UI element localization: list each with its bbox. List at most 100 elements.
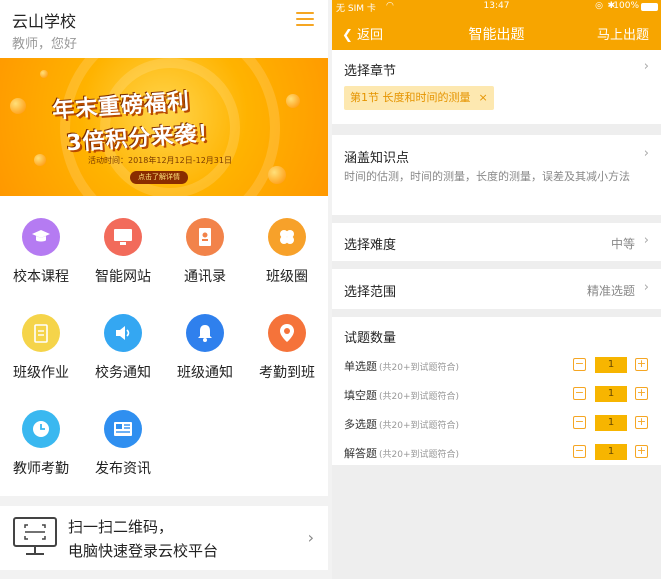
decrement-button[interactable]: − (573, 387, 586, 400)
quantity-row-multiple-choice: 多选题 (共20+到试题符合) − 1 + (344, 413, 649, 433)
newspaper-icon (104, 410, 142, 448)
clover-icon (268, 218, 306, 256)
qr-text-line2: 电脑快速登录云校平台 (68, 542, 219, 560)
chapter-section[interactable]: 选择章节 › 第1节 长度和时间的测量 × (332, 50, 661, 124)
quantity-stepper: − 1 + (573, 357, 649, 373)
quantity-stepper: − 1 + (573, 444, 649, 460)
scan-monitor-icon (12, 516, 58, 562)
knowledge-label: 涵盖知识点 (344, 151, 410, 166)
scope-label: 选择范围 (344, 285, 397, 300)
question-type-hint: (共20+到试题符合) (379, 363, 460, 373)
question-type-hint: (共20+到试题符合) (379, 450, 460, 460)
quantity-input[interactable]: 1 (595, 415, 627, 431)
promo-banner[interactable]: 年末重磅福利 3倍积分来袭！ 活动时间：2018年12月12日-12月31日 点… (0, 58, 328, 196)
chapter-tag-label: 第1节 长度和时间的测量 (350, 91, 471, 104)
app-school-courses[interactable]: 校本课程 (0, 196, 82, 292)
app-teacher-attendance[interactable]: 教师考勤 (0, 388, 82, 484)
home-header: 云山学校 教师，您好 (0, 0, 328, 58)
coin-icon (40, 70, 48, 78)
quantity-input[interactable]: 1 (595, 386, 627, 402)
bottom-divider (0, 570, 328, 579)
question-type-name: 填空题 (344, 389, 377, 402)
coin-icon (34, 154, 46, 166)
app-label: 考勤到班 (259, 365, 315, 381)
home-screen: 云山学校 教师，您好 年末重磅福利 3倍积分来袭！ 活动时间：2018年12月1… (0, 0, 328, 579)
chevron-right-icon: › (643, 233, 649, 248)
location-pin-icon (268, 314, 306, 352)
chapter-label: 选择章节 (344, 64, 397, 79)
question-type-label: 填空题 (共20+到试题符合) (344, 387, 459, 403)
greeting-text: 教师，您好 (12, 37, 78, 52)
app-school-notice[interactable]: 校务通知 (82, 292, 164, 388)
battery-icon (641, 3, 658, 11)
increment-button[interactable]: + (635, 445, 648, 458)
coin-icon (286, 94, 300, 108)
quantity-input[interactable]: 1 (595, 357, 627, 373)
quantity-row-answer: 解答题 (共20+到试题符合) − 1 + (344, 442, 649, 462)
location-icon: ◎ (595, 1, 603, 11)
difficulty-value: 中等 (610, 237, 635, 251)
quantity-row-single-choice: 单选题 (共20+到试题符合) − 1 + (344, 355, 649, 375)
app-publish-news[interactable]: 发布资讯 (82, 388, 164, 484)
app-smart-website[interactable]: 智能网站 (82, 196, 164, 292)
quantity-stepper: − 1 + (573, 415, 649, 431)
contacts-book-icon (186, 218, 224, 256)
quantity-section: 试题数量 单选题 (共20+到试题符合) − 1 + 填空题 (共20+到试题符合)… (332, 317, 661, 465)
smart-quiz-screen: 无 SIM 卡 ◠ 13:47 ◎ ✱ 100% ❮ 返回 智能出题 马上出题 … (332, 0, 661, 579)
app-label: 教师考勤 (13, 461, 69, 477)
remove-tag-icon[interactable]: × (479, 91, 488, 104)
qr-text-line1: 扫一扫二维码， (68, 518, 174, 536)
menu-icon[interactable] (296, 12, 314, 26)
app-attendance[interactable]: 考勤到班 (246, 292, 328, 388)
chevron-right-icon: › (307, 528, 314, 547)
knowledge-section[interactable]: 涵盖知识点 › 时间的估测，时间的测量，长度的测量，误差及其减小方法 (332, 135, 661, 215)
app-label: 校本课程 (13, 269, 69, 285)
chevron-right-icon: › (643, 146, 649, 161)
question-type-name: 解答题 (344, 447, 377, 460)
question-type-hint: (共20+到试题符合) (379, 421, 460, 431)
question-type-name: 多选题 (344, 418, 377, 431)
quantity-input[interactable]: 1 (595, 444, 627, 460)
app-label: 发布资讯 (95, 461, 151, 477)
banner-date: 活动时间：2018年12月12日-12月31日 (88, 156, 232, 165)
difficulty-label: 选择难度 (344, 238, 397, 253)
clock-icon (22, 410, 60, 448)
quantity-row-fill-blank: 填空题 (共20+到试题符合) − 1 + (344, 384, 649, 404)
coin-icon (268, 166, 286, 184)
app-contacts[interactable]: 通讯录 (164, 196, 246, 292)
difficulty-row[interactable]: 选择难度 中等 › (332, 223, 661, 261)
question-type-hint: (共20+到试题符合) (379, 392, 460, 402)
decrement-button[interactable]: − (573, 445, 586, 458)
monitor-icon (104, 218, 142, 256)
section-divider (0, 496, 328, 506)
graduation-cap-icon (22, 218, 60, 256)
chevron-right-icon: › (643, 280, 649, 295)
clipboard-icon (22, 314, 60, 352)
scope-value: 精准选题 (586, 284, 635, 298)
generate-quiz-button[interactable]: 马上出题 (597, 24, 649, 43)
app-class-notice[interactable]: 班级通知 (164, 292, 246, 388)
decrement-button[interactable]: − (573, 416, 586, 429)
question-type-label: 单选题 (共20+到试题符合) (344, 358, 459, 374)
battery-percent: 100% (613, 1, 639, 11)
app-class-circle[interactable]: 班级圈 (246, 196, 328, 292)
chevron-right-icon: › (643, 59, 649, 74)
app-label: 班级作业 (13, 365, 69, 381)
increment-button[interactable]: + (635, 416, 648, 429)
app-label: 班级通知 (177, 365, 233, 381)
app-label: 智能网站 (95, 269, 151, 285)
banner-details-button[interactable]: 点击了解详情 (130, 171, 188, 184)
app-class-homework[interactable]: 班级作业 (0, 292, 82, 388)
speaker-icon (104, 314, 142, 352)
decrement-button[interactable]: − (573, 358, 586, 371)
coin-icon (10, 98, 26, 114)
question-type-label: 解答题 (共20+到试题符合) (344, 445, 459, 461)
quantity-stepper: − 1 + (573, 386, 649, 402)
increment-button[interactable]: + (635, 358, 648, 371)
chapter-tag[interactable]: 第1节 长度和时间的测量 × (344, 86, 494, 110)
qr-login-row[interactable]: 扫一扫二维码， 电脑快速登录云校平台 › (0, 506, 328, 570)
app-label: 通讯录 (184, 269, 226, 285)
increment-button[interactable]: + (635, 387, 648, 400)
scope-row[interactable]: 选择范围 精准选题 › (332, 269, 661, 309)
nav-bar: ❮ 返回 智能出题 马上出题 (332, 14, 661, 50)
